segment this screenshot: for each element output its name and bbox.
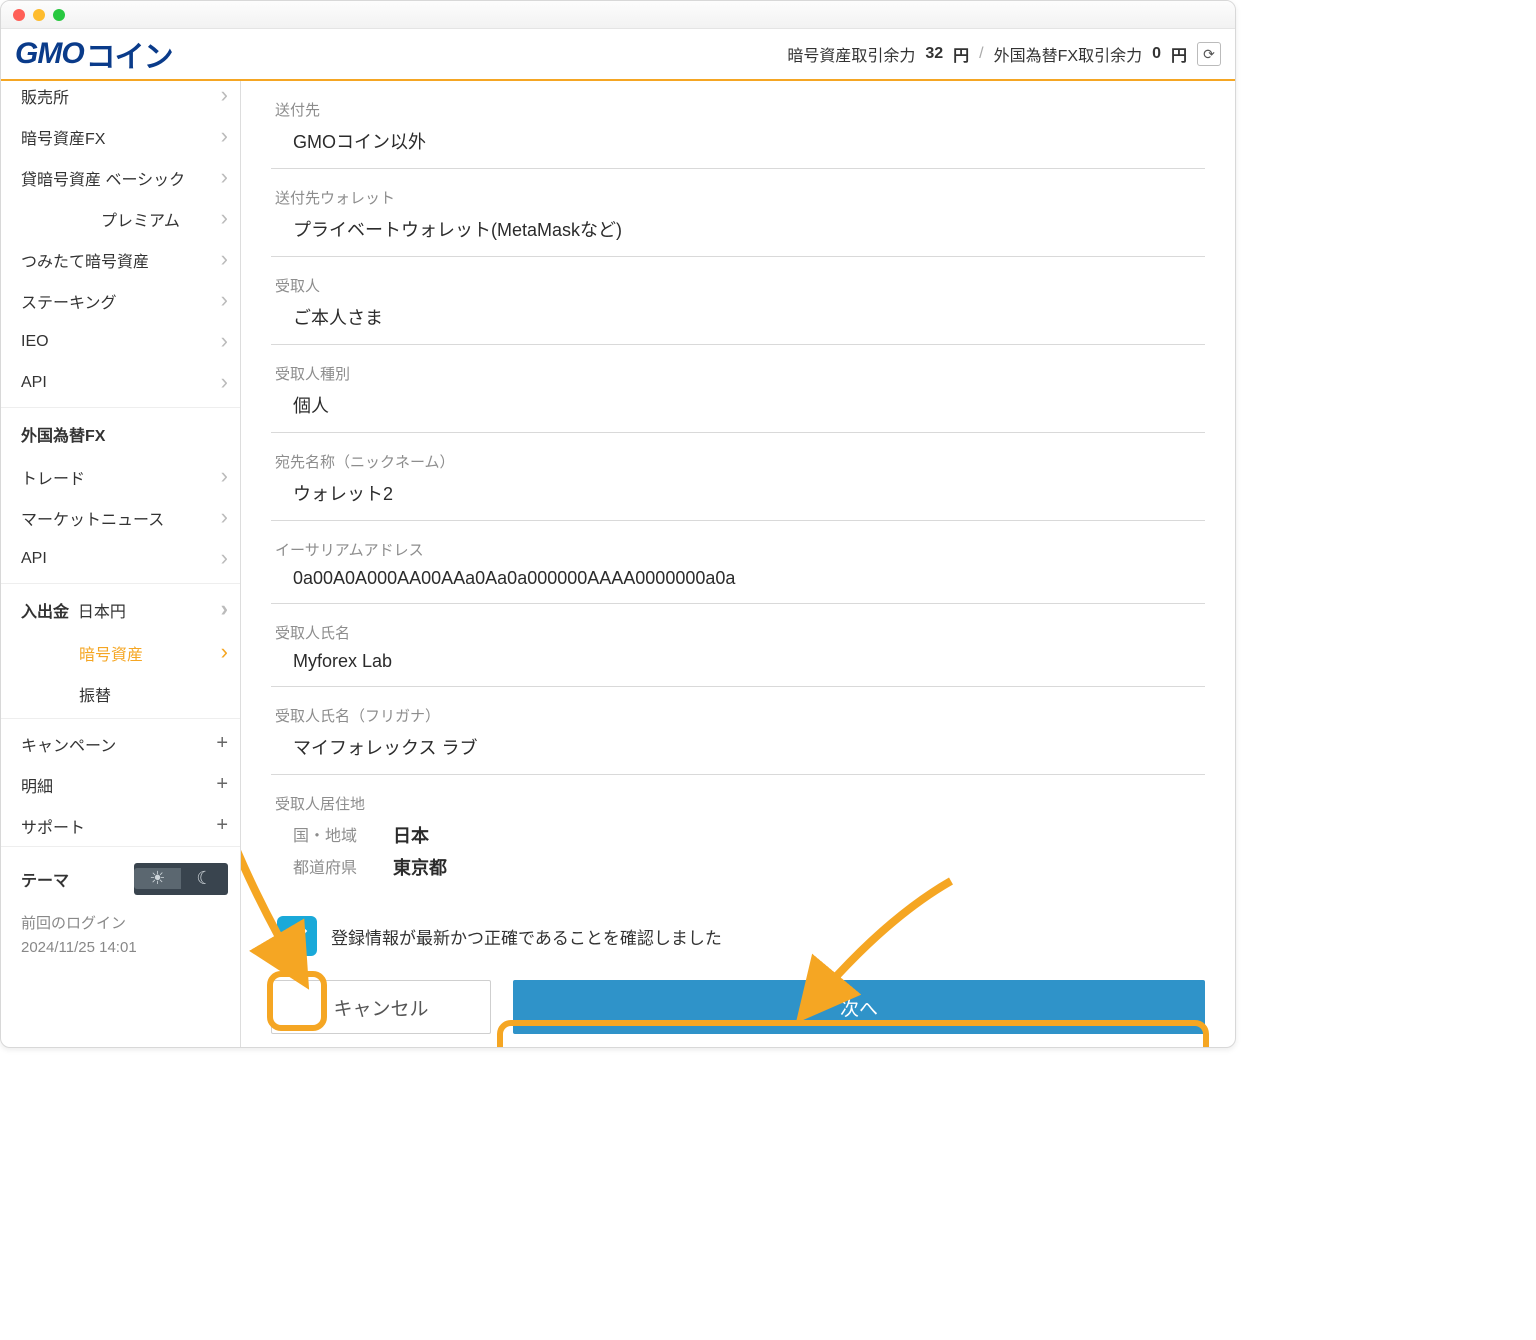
chevron-right-icon: › bbox=[221, 164, 228, 190]
close-dot[interactable] bbox=[13, 9, 25, 21]
field-recipient-name: 受取人氏名 Myforex Lab bbox=[271, 604, 1205, 687]
chevron-right-icon: › bbox=[221, 504, 228, 530]
sidebar-item-api[interactable]: API› bbox=[1, 362, 240, 403]
confirm-checkbox[interactable] bbox=[277, 916, 317, 956]
field-eth-address: イーサリアムアドレス 0a00A0A000AA00AAa0Aa0a000000A… bbox=[271, 521, 1205, 604]
sun-icon: ☀ bbox=[134, 868, 181, 889]
chevron-right-icon: › bbox=[221, 545, 228, 571]
minimize-dot[interactable] bbox=[33, 9, 45, 21]
plus-icon: + bbox=[216, 732, 228, 755]
theme-row: テーマ ☀ ☾ bbox=[1, 846, 240, 904]
sidebar-item-lending-basic[interactable]: 貸暗号資産 ベーシック› bbox=[1, 157, 240, 198]
moon-icon: ☾ bbox=[181, 868, 228, 889]
chevron-right-icon: › bbox=[221, 287, 228, 313]
chevron-right-icon: › bbox=[221, 639, 228, 665]
cancel-button[interactable]: キャンセル bbox=[271, 980, 491, 1034]
sidebar-item-hanbaijo[interactable]: 販売所› bbox=[1, 81, 240, 116]
confirm-text: 登録情報が最新かつ正確であることを確認しました bbox=[331, 924, 722, 949]
sidebar-item-cryptofx[interactable]: 暗号資産FX› bbox=[1, 116, 240, 157]
chevron-right-icon: › bbox=[221, 246, 228, 272]
chevron-right-icon: › bbox=[221, 369, 228, 395]
field-recipient-kana: 受取人氏名（フリガナ） マイフォレックス ラブ bbox=[271, 687, 1205, 775]
sidebar-item-support[interactable]: サポート+ bbox=[1, 805, 240, 846]
field-nickname: 宛先名称（ニックネーム） ウォレット2 bbox=[271, 433, 1205, 521]
theme-toggle[interactable]: ☀ ☾ bbox=[134, 863, 228, 895]
field-recipient-type: 受取人種別 個人 bbox=[271, 345, 1205, 433]
chevron-right-icon: › bbox=[221, 328, 228, 354]
refresh-button[interactable]: ⟳ bbox=[1197, 42, 1221, 66]
field-wallet: 送付先ウォレット プライベートウォレット(MetaMaskなど) bbox=[271, 169, 1205, 257]
next-button[interactable]: 次へ bbox=[513, 980, 1205, 1034]
sidebar-section-io[interactable]: 入出金 日本円 › bbox=[1, 588, 240, 632]
window-titlebar bbox=[1, 1, 1235, 29]
chevron-right-icon: › bbox=[221, 596, 228, 622]
field-residence: 受取人居住地 国・地域日本 都道府県東京都 bbox=[271, 775, 1205, 894]
sidebar-item-ieo[interactable]: IEO› bbox=[1, 321, 240, 362]
field-recipient: 受取人 ご本人さま bbox=[271, 257, 1205, 345]
sidebar-item-lending-premium[interactable]: プレミアム› bbox=[1, 198, 240, 239]
sidebar-item-marketnews[interactable]: マーケットニュース› bbox=[1, 497, 240, 538]
sidebar-item-tsumitate[interactable]: つみたて暗号資産› bbox=[1, 239, 240, 280]
sidebar-item-fx-api[interactable]: API› bbox=[1, 538, 240, 579]
sidebar-item-trade[interactable]: トレード› bbox=[1, 456, 240, 497]
sidebar-item-campaign[interactable]: キャンペーン+ bbox=[1, 723, 240, 764]
balance-summary: 暗号資産取引余力 32 円 / 外国為替FX取引余力 0 円 ⟳ bbox=[787, 42, 1221, 66]
sidebar-section-fx: 外国為替FX bbox=[1, 412, 240, 456]
chevron-right-icon: › bbox=[221, 463, 228, 489]
plus-icon: + bbox=[216, 814, 228, 837]
sidebar-item-staking[interactable]: ステーキング› bbox=[1, 280, 240, 321]
sidebar-item-meisai[interactable]: 明細+ bbox=[1, 764, 240, 805]
chevron-right-icon: › bbox=[221, 123, 228, 149]
check-icon bbox=[284, 923, 310, 949]
last-login: 前回のログイン 2024/11/25 14:01 bbox=[1, 904, 240, 960]
sidebar-item-transfer[interactable]: 振替 bbox=[1, 673, 240, 714]
plus-icon: + bbox=[216, 773, 228, 796]
brand-logo: GMOコイン bbox=[15, 32, 173, 76]
field-destination: 送付先 GMOコイン以外 bbox=[271, 81, 1205, 169]
zoom-dot[interactable] bbox=[53, 9, 65, 21]
sidebar-item-crypto-asset[interactable]: 暗号資産› bbox=[1, 632, 240, 673]
chevron-right-icon: › bbox=[221, 82, 228, 108]
chevron-right-icon: › bbox=[221, 205, 228, 231]
